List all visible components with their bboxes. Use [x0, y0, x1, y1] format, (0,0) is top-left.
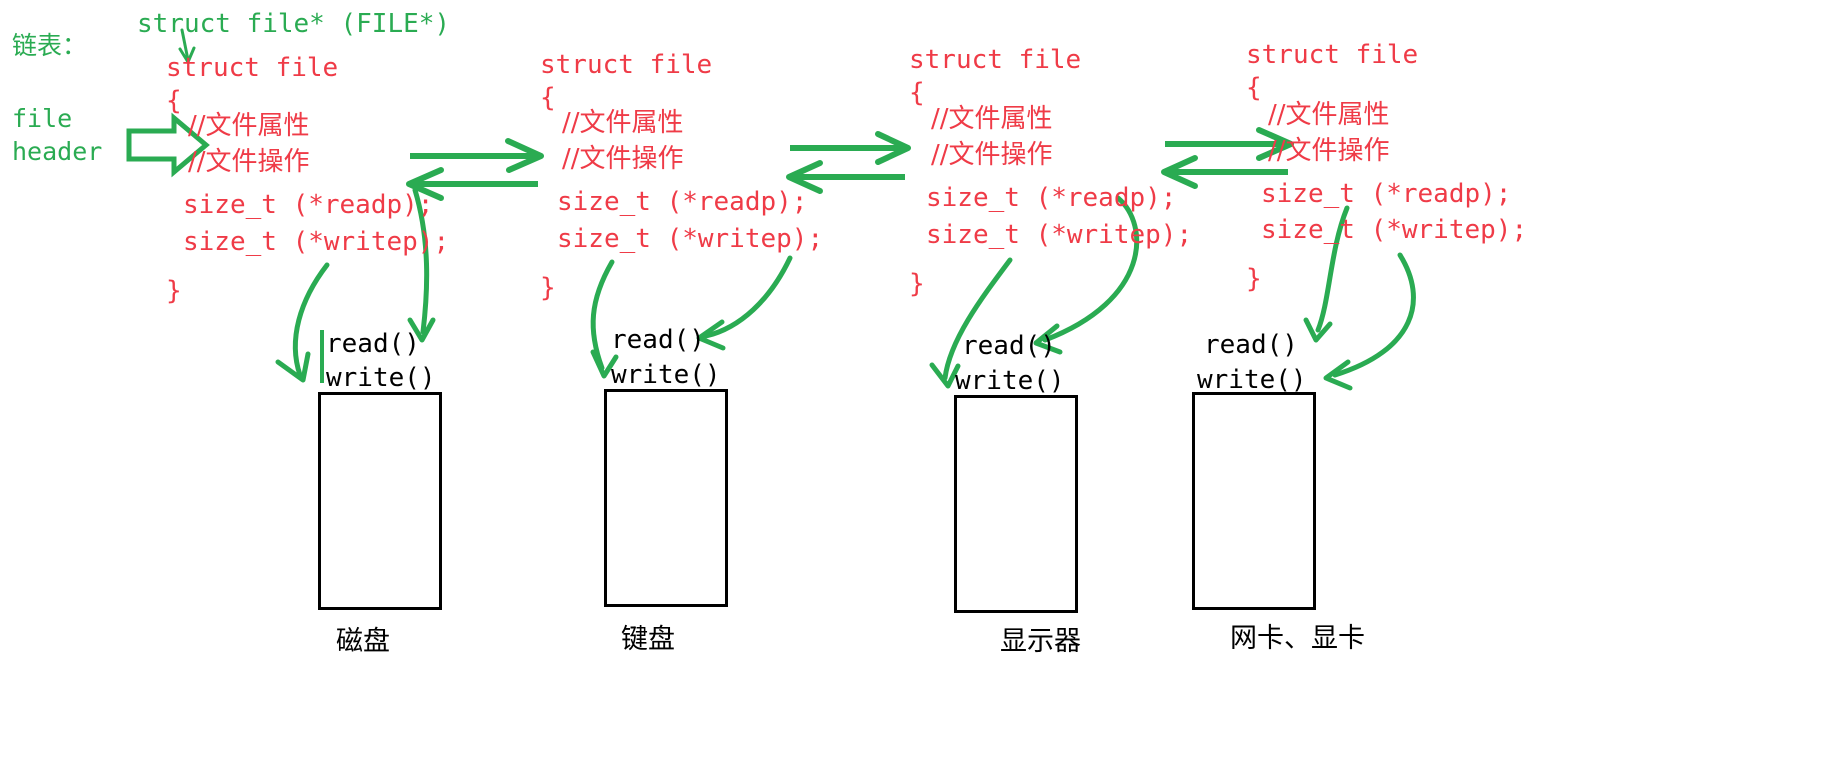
node1-brace-close: } — [166, 276, 182, 306]
node2-readp-to-read-curve — [703, 255, 793, 339]
node4-writep-to-write-arrowhead — [1323, 359, 1353, 391]
linked-list-label: 链表： — [12, 31, 88, 60]
node2-comment-attr: //文件属性 — [562, 108, 684, 138]
node2-struct-keyword: struct file — [540, 50, 713, 80]
node3-call-write: write() — [955, 366, 1065, 396]
node4-field-readp: size_t (*readp); — [1261, 179, 1512, 209]
file-pointer-annotation: struct file* (FILE*) — [137, 9, 451, 39]
node1-field-readp: size_t (*readp); — [183, 190, 434, 220]
node2-call-read: read() — [611, 325, 705, 355]
node2-comment-ops: //文件操作 — [562, 144, 684, 174]
link-arrow-3-4-back-head — [1161, 155, 1198, 189]
device-box-3 — [954, 395, 1078, 613]
node1-writep-to-write-curve — [292, 262, 330, 378]
node1-comment-attr: //文件属性 — [188, 111, 310, 141]
link-arrow-2-3-forward-head — [875, 131, 911, 165]
node3-struct-keyword: struct file — [909, 45, 1082, 75]
node4-writep-to-write-curve — [1332, 252, 1416, 378]
node3-call-read: read() — [962, 331, 1056, 361]
node2-brace-open: { — [540, 83, 556, 113]
node2-field-writep: size_t (*writep); — [557, 224, 824, 254]
node1-brace-open: { — [166, 86, 182, 116]
node4-struct-keyword: struct file — [1246, 40, 1419, 70]
node3-brace-open: { — [909, 78, 925, 108]
device-label-3: 显示器 — [1000, 626, 1081, 657]
node1-writep-to-write-arrowhead — [275, 351, 311, 383]
device-box-1 — [318, 392, 442, 610]
node4-comment-ops: //文件操作 — [1268, 136, 1390, 166]
node4-call-write: write() — [1197, 365, 1307, 395]
node3-field-writep: size_t (*writep); — [926, 220, 1193, 250]
node4-brace-open: { — [1246, 73, 1262, 103]
file-header-label-line1: file — [12, 104, 73, 133]
node4-call-read: read() — [1204, 330, 1298, 360]
node1-comment-ops: //文件操作 — [188, 147, 310, 177]
diagram-canvas: 链表： file header struct file* (FILE*) str… — [0, 0, 1824, 772]
device-label-1: 磁盘 — [336, 626, 390, 657]
node4-field-writep: size_t (*writep); — [1261, 215, 1528, 245]
node4-readp-to-read-arrowhead — [1303, 317, 1333, 343]
node2-field-readp: size_t (*readp); — [557, 187, 808, 217]
node2-writep-to-write-curve — [590, 259, 615, 371]
node4-comment-attr: //文件属性 — [1268, 100, 1390, 130]
device-label-2: 键盘 — [621, 624, 675, 655]
device-box-2 — [604, 389, 728, 607]
node1-field-writep: size_t (*writep); — [183, 227, 450, 257]
node2-brace-close: } — [540, 273, 556, 303]
device-box-4 — [1192, 392, 1316, 610]
node2-call-write: write() — [611, 360, 721, 390]
link-arrow-1-2-forward-head — [505, 138, 544, 173]
node1-call-write: write() — [326, 363, 436, 393]
node3-brace-close: } — [909, 269, 925, 299]
device-label-4: 网卡、显卡 — [1230, 623, 1365, 654]
node1-struct-keyword: struct file — [166, 53, 339, 83]
file-header-label-line2: header — [12, 137, 103, 166]
node3-comment-ops: //文件操作 — [931, 140, 1053, 170]
node4-brace-close: } — [1246, 264, 1262, 294]
node3-comment-attr: //文件属性 — [931, 104, 1053, 134]
node3-field-readp: size_t (*readp); — [926, 183, 1177, 213]
node1-call-read: read() — [326, 329, 420, 359]
